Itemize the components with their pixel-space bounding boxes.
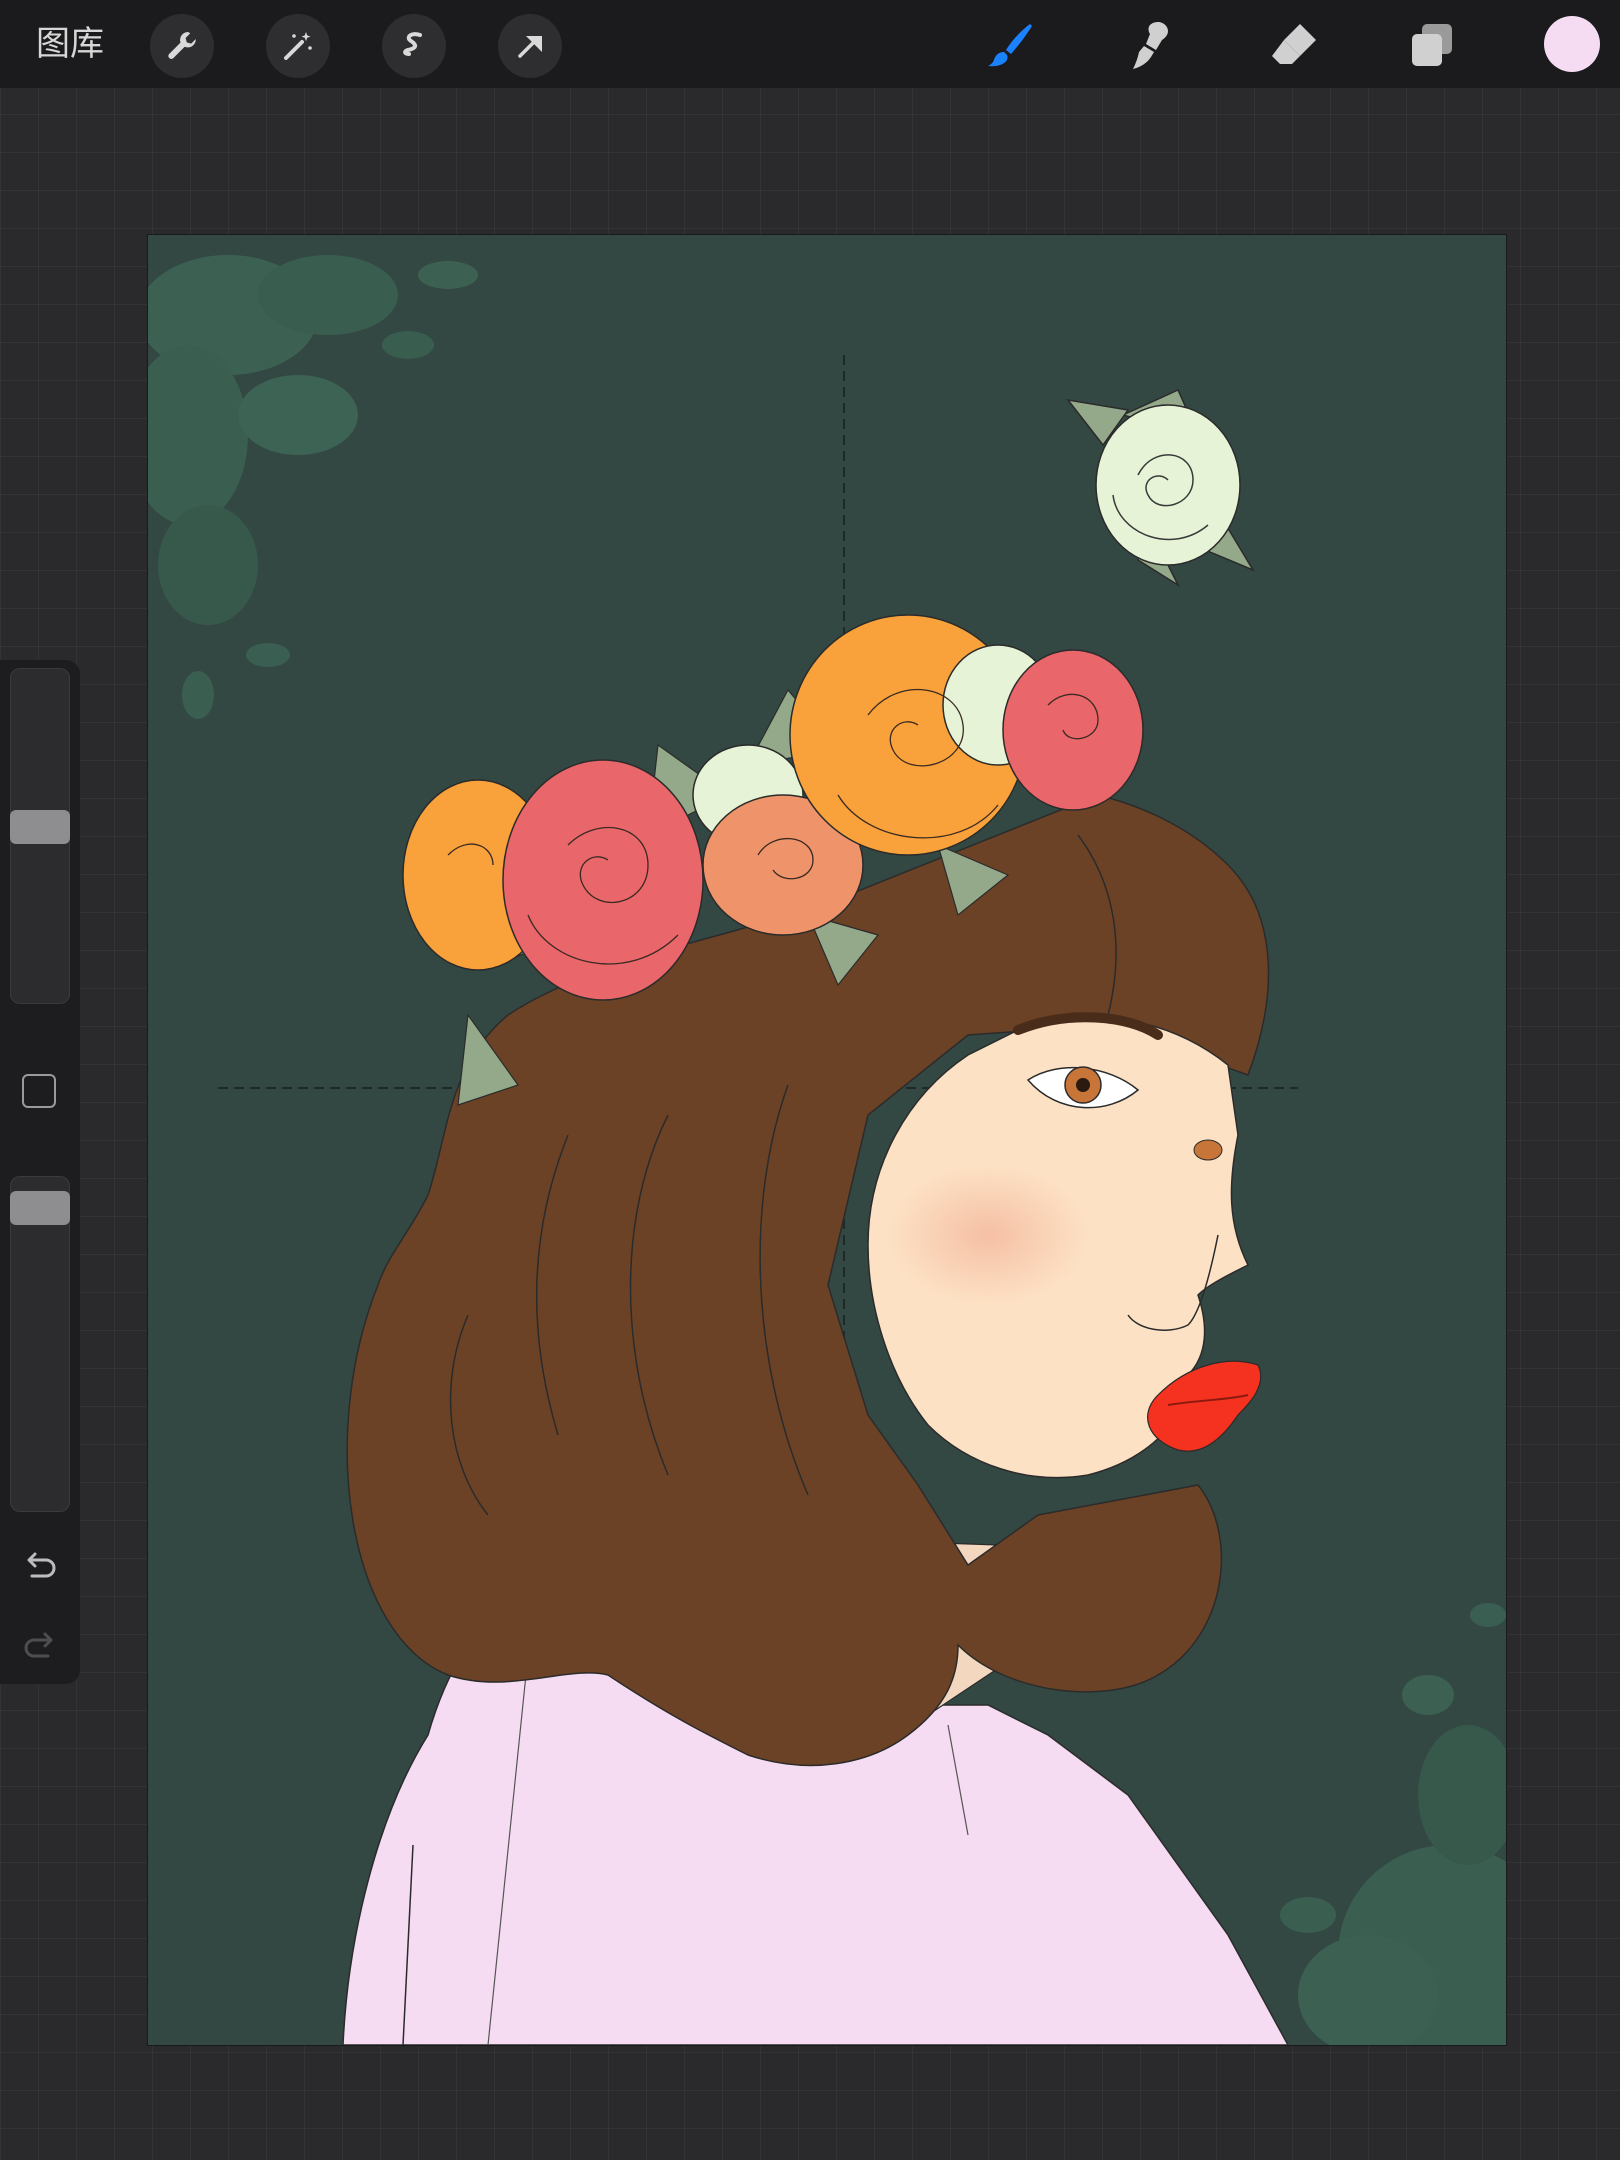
color-picker-swatch[interactable] bbox=[1544, 16, 1600, 72]
opacity-slider[interactable] bbox=[10, 1176, 70, 1512]
top-toolbar: 图库 bbox=[0, 0, 1620, 88]
eraser-icon[interactable] bbox=[1262, 14, 1326, 78]
foliage-top-left bbox=[148, 255, 478, 719]
layers-icon[interactable] bbox=[1400, 14, 1464, 78]
sidebar-panel bbox=[0, 660, 80, 1684]
gallery-button[interactable]: 图库 bbox=[36, 20, 104, 68]
redo-icon[interactable] bbox=[20, 1624, 60, 1664]
brush-size-thumb[interactable] bbox=[10, 809, 70, 844]
transform-arrow-icon[interactable] bbox=[498, 14, 562, 78]
wrench-icon[interactable] bbox=[150, 14, 214, 78]
undo-icon[interactable] bbox=[20, 1544, 60, 1584]
modifier-button[interactable] bbox=[22, 1074, 56, 1108]
magic-wand-icon[interactable] bbox=[266, 14, 330, 78]
brush-icon[interactable] bbox=[980, 14, 1044, 78]
foliage-bottom-right bbox=[1280, 1603, 1506, 2045]
artwork bbox=[148, 255, 1506, 2045]
smudge-icon[interactable] bbox=[1120, 14, 1184, 78]
selection-icon[interactable] bbox=[382, 14, 446, 78]
brush-size-slider[interactable] bbox=[10, 668, 70, 1004]
opacity-thumb[interactable] bbox=[10, 1191, 70, 1226]
floating-rose bbox=[1066, 389, 1255, 588]
drawing-canvas[interactable] bbox=[148, 235, 1506, 2045]
